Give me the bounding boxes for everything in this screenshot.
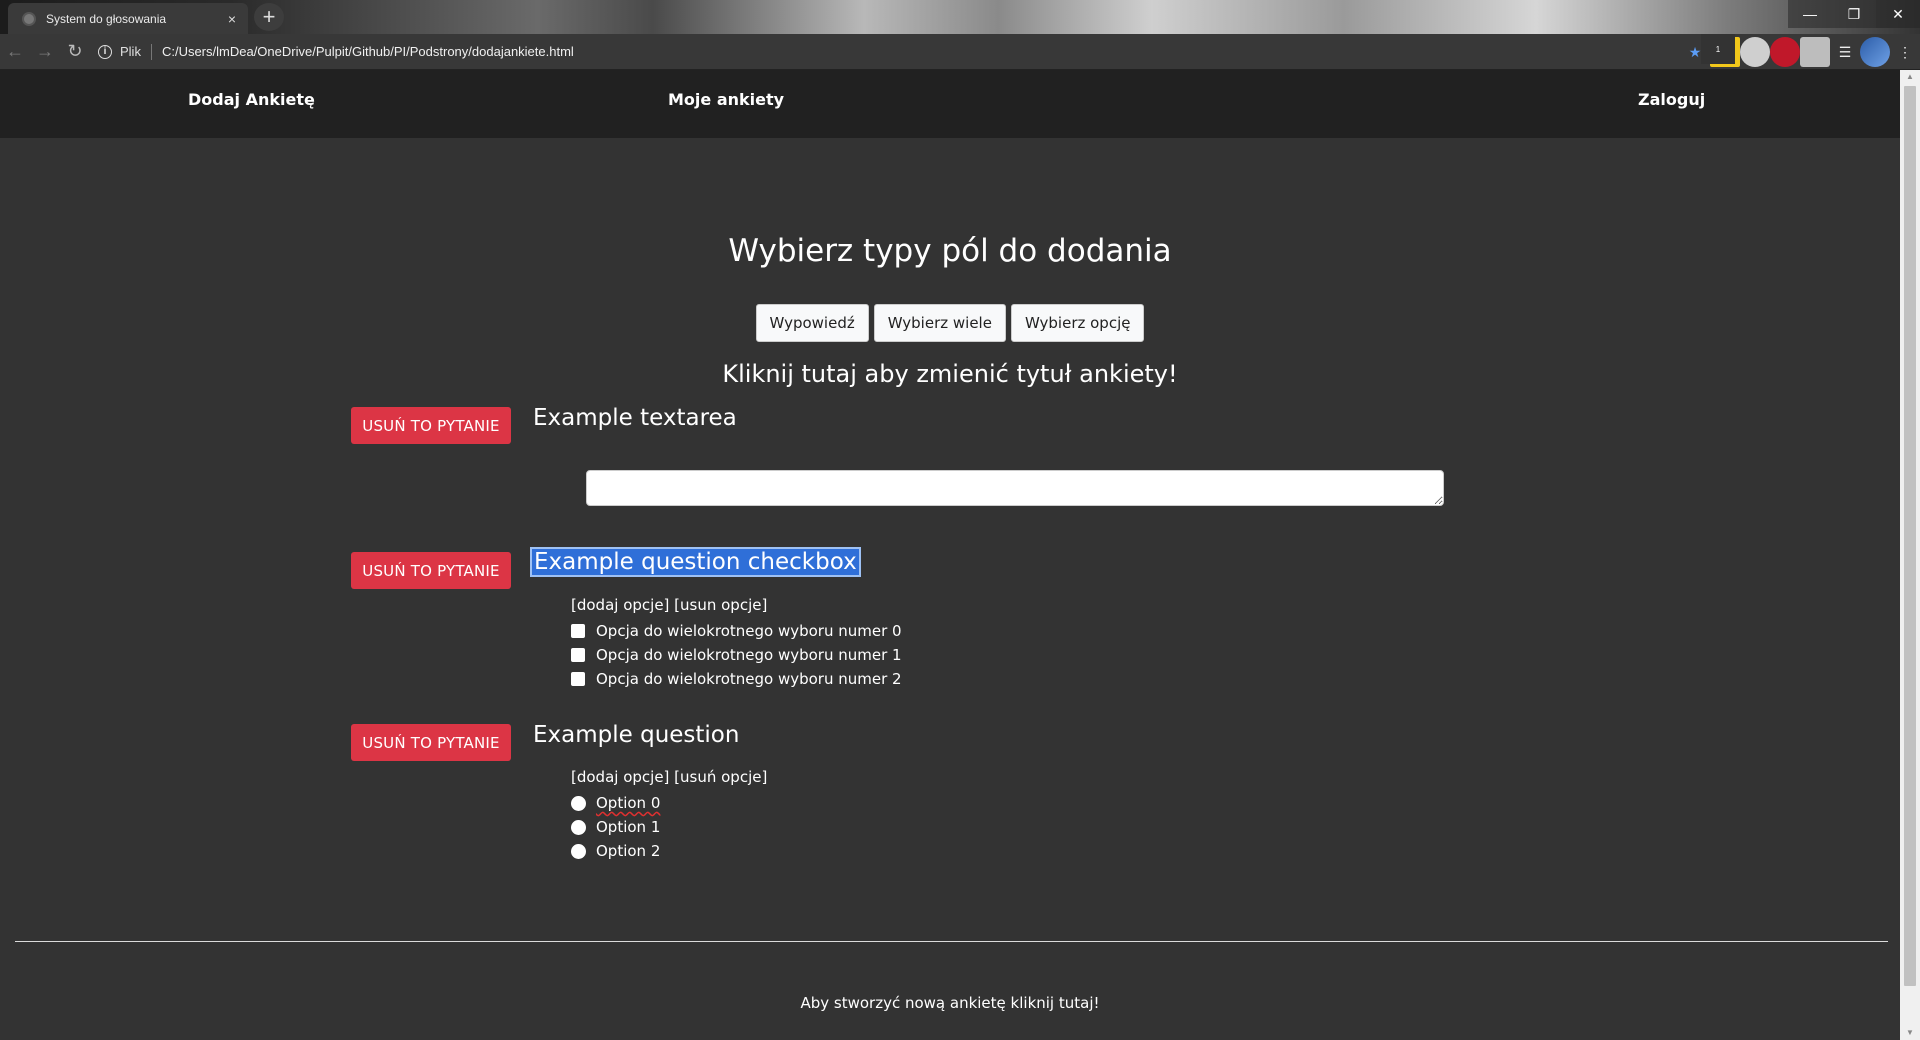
scroll-down-icon[interactable]: ▼ — [1900, 1026, 1920, 1040]
extension-camera-icon[interactable] — [1800, 37, 1830, 67]
browser-toolbar: ← → ↻ i Plik C:/Users/lmDea/OneDrive/Pul… — [0, 34, 1920, 70]
browser-tabstrip: System do głosowania × + — ❐ ✕ — [0, 0, 1920, 34]
restore-button[interactable]: ❐ — [1832, 0, 1876, 28]
profile-avatar[interactable] — [1860, 37, 1890, 67]
page-viewport: Dodaj Ankietę Moje ankiety Zaloguj Wybie… — [0, 70, 1900, 1040]
delete-question-button[interactable]: USUŃ TO PYTANIE — [351, 724, 511, 761]
extension-shield-icon[interactable] — [1740, 37, 1770, 67]
extension-badge: 1 — [1701, 34, 1735, 64]
radio-button[interactable] — [571, 843, 586, 859]
scheme-label: Plik — [120, 44, 141, 59]
url-text[interactable]: C:/Users/lmDea/OneDrive/Pulpit/Github/PI… — [162, 44, 574, 59]
browser-tab[interactable]: System do głosowania × — [8, 3, 248, 34]
info-icon[interactable]: i — [98, 44, 112, 59]
footer-create-link[interactable]: Aby stworzyć nową ankietę kliknij tutaj! — [0, 994, 1900, 1012]
address-bar[interactable]: i Plik C:/Users/lmDea/OneDrive/Pulpit/Gi… — [98, 38, 574, 66]
radio-option[interactable]: Option 0 — [571, 794, 660, 812]
question-title[interactable]: Example question — [533, 722, 739, 748]
tab-close-icon[interactable]: × — [224, 11, 240, 27]
page-scrollbar[interactable]: ▲ ▼ — [1900, 70, 1920, 1040]
checkbox-option[interactable]: Opcja do wielokrotnego wyboru numer 1 — [571, 646, 902, 664]
site-navbar: Dodaj Ankietę Moje ankiety Zaloguj — [0, 70, 1900, 138]
radio-option[interactable]: Option 2 — [571, 842, 660, 860]
extension-ublock-icon[interactable] — [1770, 37, 1800, 67]
minimize-button[interactable]: — — [1788, 0, 1832, 28]
field-types-heading: Wybierz typy pól do dodania — [728, 233, 1172, 269]
add-textarea-button[interactable]: Wypowiedź — [755, 304, 869, 342]
answer-textarea[interactable] — [586, 470, 1444, 506]
option-controls[interactable]: [dodaj opcje] [usuń opcje] — [571, 768, 767, 786]
arrow-left-icon: ← — [6, 41, 24, 61]
delete-question-button[interactable]: USUŃ TO PYTANIE — [351, 407, 511, 444]
tab-title: System do głosowania — [46, 11, 167, 26]
new-tab-button[interactable]: + — [254, 3, 284, 31]
radio-option-label: Option 1 — [596, 818, 661, 836]
radio-option-label: Option 2 — [596, 842, 661, 860]
nav-add-survey[interactable]: Dodaj Ankietę — [188, 90, 315, 109]
question-title[interactable]: Example textarea — [533, 405, 737, 431]
extension-notes-icon[interactable]: 1 — [1701, 34, 1740, 67]
scrollbar-thumb[interactable] — [1904, 86, 1916, 986]
checkbox-option-label: Opcja do wielokrotnego wyboru numer 1 — [596, 646, 902, 664]
option-controls[interactable]: [dodaj opcje] [usun opcje] — [571, 596, 767, 614]
question-title-selected[interactable]: Example question checkbox — [530, 547, 861, 577]
radio-button[interactable] — [571, 819, 586, 835]
checkbox-option-label: Opcja do wielokrotnego wyboru numer 0 — [596, 622, 902, 640]
nav-login[interactable]: Zaloguj — [1638, 90, 1705, 109]
media-playlist-icon[interactable]: ☰ — [1830, 37, 1860, 67]
radio-button[interactable] — [571, 795, 586, 811]
survey-title[interactable]: Kliknij tutaj aby zmienić tytuł ankiety! — [0, 360, 1900, 388]
window-controls: — ❐ ✕ — [1788, 0, 1920, 28]
back-button[interactable]: ← — [0, 37, 30, 67]
checkbox-option[interactable]: Opcja do wielokrotnego wyboru numer 0 — [571, 622, 902, 640]
reload-icon: ↻ — [67, 41, 83, 61]
scroll-up-icon[interactable]: ▲ — [1900, 70, 1920, 84]
field-type-buttons: Wypowiedź Wybierz wiele Wybierz opcję — [0, 304, 1900, 342]
page-favicon-icon — [22, 11, 36, 26]
checkbox[interactable] — [571, 624, 585, 638]
close-window-button[interactable]: ✕ — [1876, 0, 1920, 28]
footer-divider — [15, 941, 1888, 942]
radio-option[interactable]: Option 1 — [571, 818, 660, 836]
browser-menu-icon[interactable]: ⋮ — [1890, 37, 1920, 67]
checkbox-option-label: Opcja do wielokrotnego wyboru numer 2 — [596, 670, 902, 688]
arrow-right-icon: → — [36, 41, 54, 61]
address-divider — [150, 43, 152, 60]
delete-question-button[interactable]: USUŃ TO PYTANIE — [351, 552, 511, 589]
radio-option-label: Option 0 — [596, 794, 661, 812]
checkbox-option[interactable]: Opcja do wielokrotnego wyboru numer 2 — [571, 670, 902, 688]
add-radio-button[interactable]: Wybierz opcję — [1010, 304, 1145, 342]
add-checkbox-button[interactable]: Wybierz wiele — [873, 304, 1006, 342]
checkbox[interactable] — [571, 648, 585, 662]
forward-button[interactable]: → — [30, 37, 60, 67]
nav-my-surveys[interactable]: Moje ankiety — [668, 90, 784, 109]
reload-button[interactable]: ↻ — [60, 37, 90, 67]
checkbox[interactable] — [571, 672, 585, 686]
extensions-area: ★ 1 ☰ ⋮ — [1680, 34, 1920, 70]
